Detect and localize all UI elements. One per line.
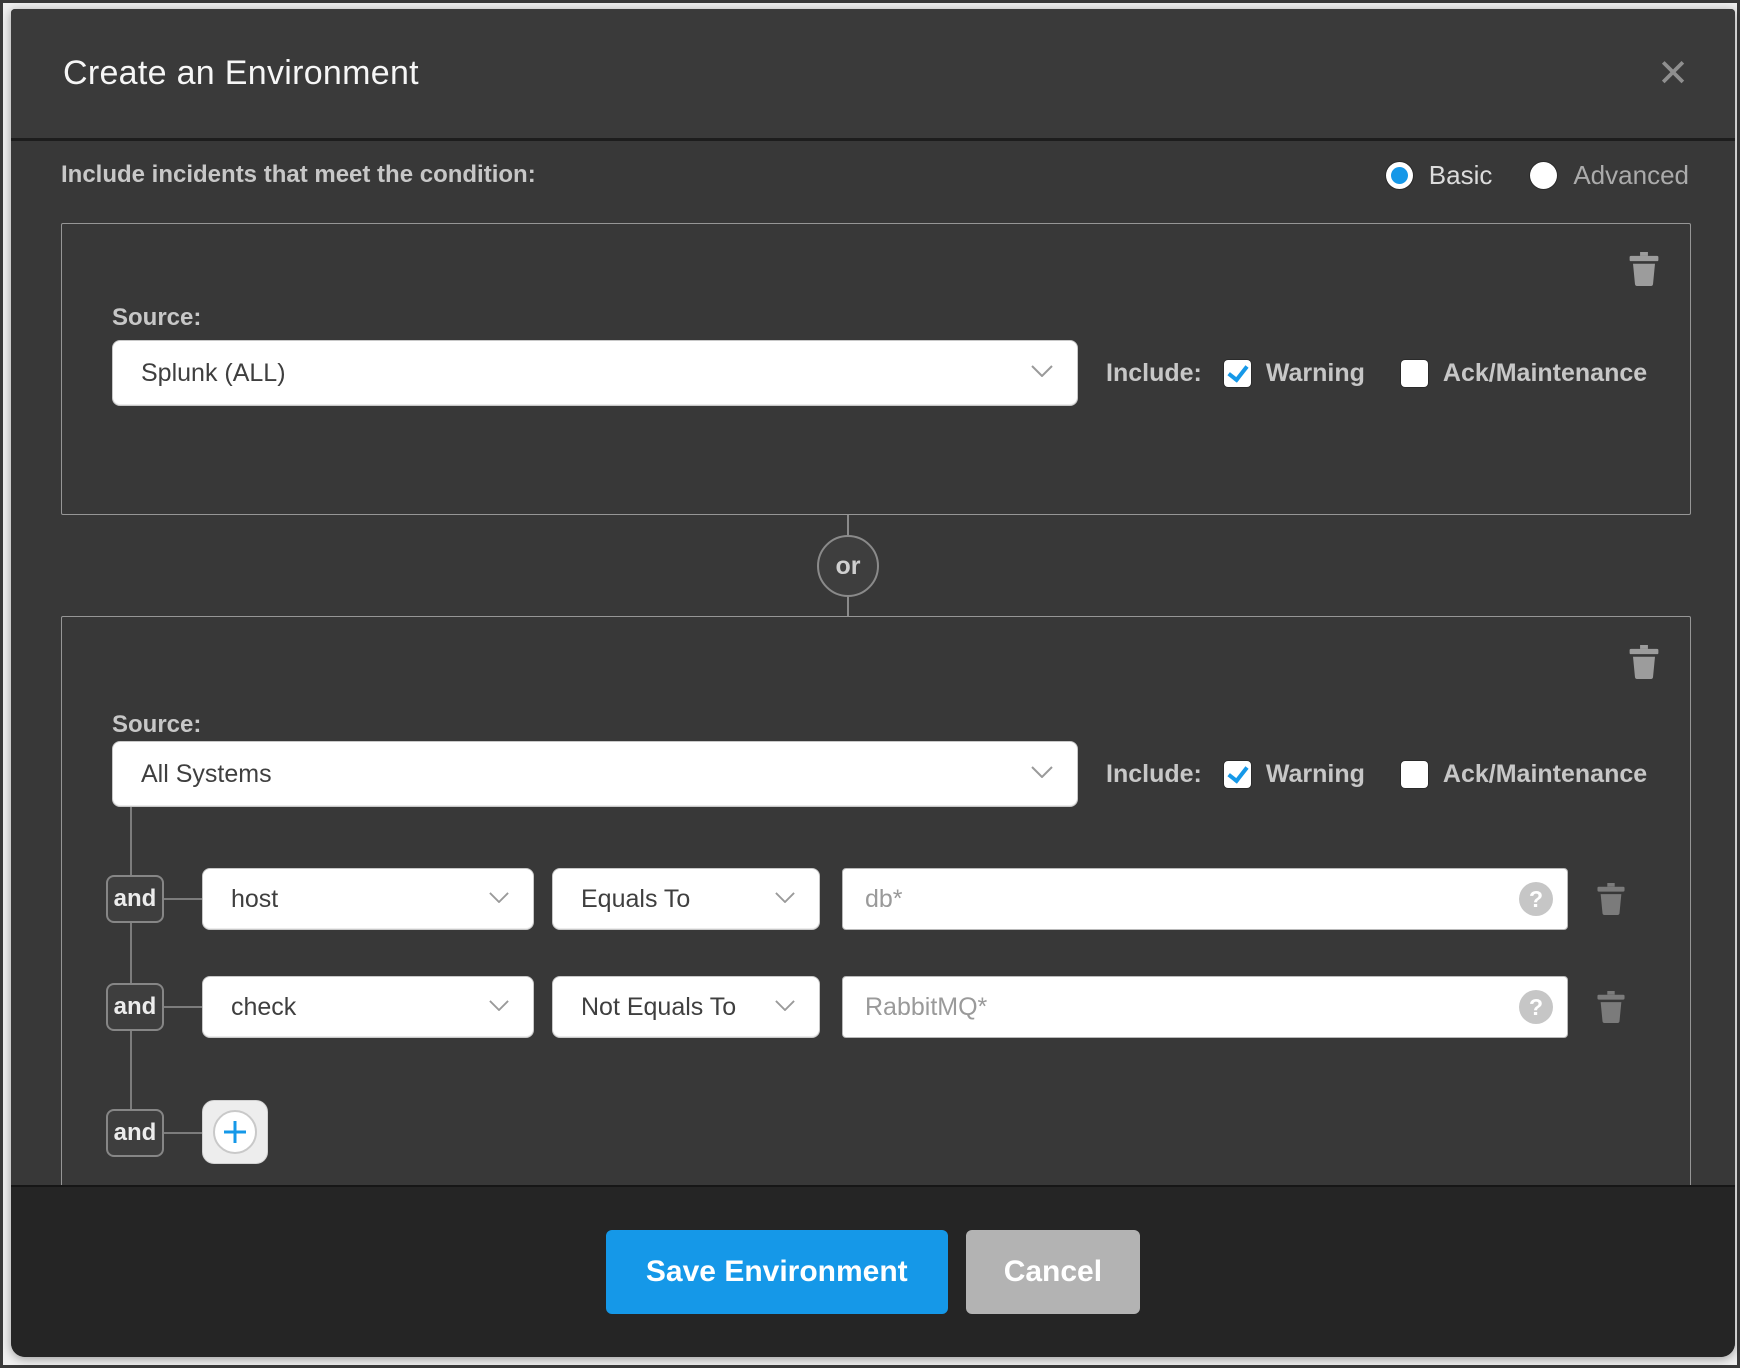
value-input[interactable] [843, 869, 1567, 929]
source-select[interactable]: Splunk (ALL) [112, 340, 1078, 406]
chevron-down-icon [489, 890, 509, 908]
delete-group-icon[interactable] [1628, 645, 1660, 679]
field-select-value: host [231, 885, 278, 914]
condition-group-2: Source: All Systems Include: Warning [61, 616, 1691, 1185]
or-connector: or [817, 535, 879, 597]
rule-connector-stub [164, 1006, 202, 1008]
include-row: Include: Warning Ack/Maintenance [1106, 340, 1647, 406]
ack-maintenance-label: Ack/Maintenance [1443, 760, 1647, 789]
rule-connector-stub [164, 1132, 202, 1134]
rule-connector-stub [164, 898, 202, 900]
advanced-radio[interactable] [1530, 162, 1557, 189]
help-icon[interactable]: ? [1519, 990, 1553, 1024]
warning-label: Warning [1266, 760, 1365, 789]
source-label: Source: [112, 304, 201, 332]
and-connector-badge: and [106, 983, 164, 1031]
help-icon[interactable]: ? [1519, 882, 1553, 916]
value-input[interactable] [843, 977, 1567, 1037]
delete-group-icon[interactable] [1628, 252, 1660, 286]
source-select-value: All Systems [141, 760, 272, 789]
field-select[interactable]: host [202, 868, 534, 930]
field-select[interactable]: check [202, 976, 534, 1038]
modal-body: Include incidents that meet the conditio… [11, 144, 1735, 1185]
delete-rule-icon[interactable] [1596, 991, 1626, 1023]
operator-select-value: Not Equals To [581, 993, 736, 1022]
include-label: Include: [1106, 359, 1202, 388]
warning-checkbox[interactable] [1224, 360, 1251, 387]
close-icon[interactable]: ✕ [1647, 48, 1699, 100]
delete-rule-icon[interactable] [1596, 883, 1626, 915]
mode-radio-group: Basic Advanced [1386, 160, 1689, 191]
warning-checkbox[interactable] [1224, 761, 1251, 788]
operator-select[interactable]: Equals To [552, 868, 820, 930]
add-rule-button[interactable] [202, 1100, 268, 1164]
ack-maintenance-label: Ack/Maintenance [1443, 359, 1647, 388]
chevron-down-icon [1031, 364, 1053, 382]
advanced-radio-label: Advanced [1573, 160, 1689, 191]
modal-footer: Save Environment Cancel [11, 1185, 1735, 1357]
basic-radio-label: Basic [1429, 160, 1493, 191]
operator-select-value: Equals To [581, 885, 690, 914]
chevron-down-icon [775, 890, 795, 908]
and-connector-badge: and [106, 1109, 164, 1157]
chevron-down-icon [775, 998, 795, 1016]
condition-label: Include incidents that meet the conditio… [61, 161, 536, 189]
condition-group-1: Source: Splunk (ALL) Include: Warning [61, 223, 1691, 515]
value-field-wrap: ? [842, 976, 1568, 1038]
page-title: Create an Environment [63, 54, 419, 93]
warning-label: Warning [1266, 359, 1365, 388]
include-label: Include: [1106, 760, 1202, 789]
ack-maintenance-checkbox[interactable] [1401, 761, 1428, 788]
window-frame: Create an Environment ✕ Include incident… [0, 0, 1740, 1368]
source-label: Source: [112, 711, 201, 739]
create-environment-modal: Create an Environment ✕ Include incident… [11, 9, 1735, 1357]
plus-icon [213, 1110, 257, 1154]
and-connector-badge: and [106, 875, 164, 923]
include-row: Include: Warning Ack/Maintenance [1106, 741, 1647, 807]
ack-maintenance-checkbox[interactable] [1401, 360, 1428, 387]
operator-select[interactable]: Not Equals To [552, 976, 820, 1038]
modal-header: Create an Environment ✕ [11, 9, 1735, 141]
warning-option[interactable]: Warning [1224, 359, 1365, 388]
cancel-button[interactable]: Cancel [966, 1230, 1140, 1314]
chevron-down-icon [1031, 765, 1053, 783]
rule-connector-spine [130, 807, 132, 1133]
condition-row: Include incidents that meet the conditio… [61, 152, 1689, 198]
save-environment-button[interactable]: Save Environment [606, 1230, 948, 1314]
mode-option-basic[interactable]: Basic [1386, 160, 1493, 191]
field-select-value: check [231, 993, 296, 1022]
value-field-wrap: ? [842, 868, 1568, 930]
ack-maintenance-option[interactable]: Ack/Maintenance [1401, 760, 1647, 789]
source-select[interactable]: All Systems [112, 741, 1078, 807]
source-select-value: Splunk (ALL) [141, 359, 286, 388]
warning-option[interactable]: Warning [1224, 760, 1365, 789]
mode-option-advanced[interactable]: Advanced [1530, 160, 1689, 191]
ack-maintenance-option[interactable]: Ack/Maintenance [1401, 359, 1647, 388]
basic-radio[interactable] [1386, 162, 1413, 189]
chevron-down-icon [489, 998, 509, 1016]
